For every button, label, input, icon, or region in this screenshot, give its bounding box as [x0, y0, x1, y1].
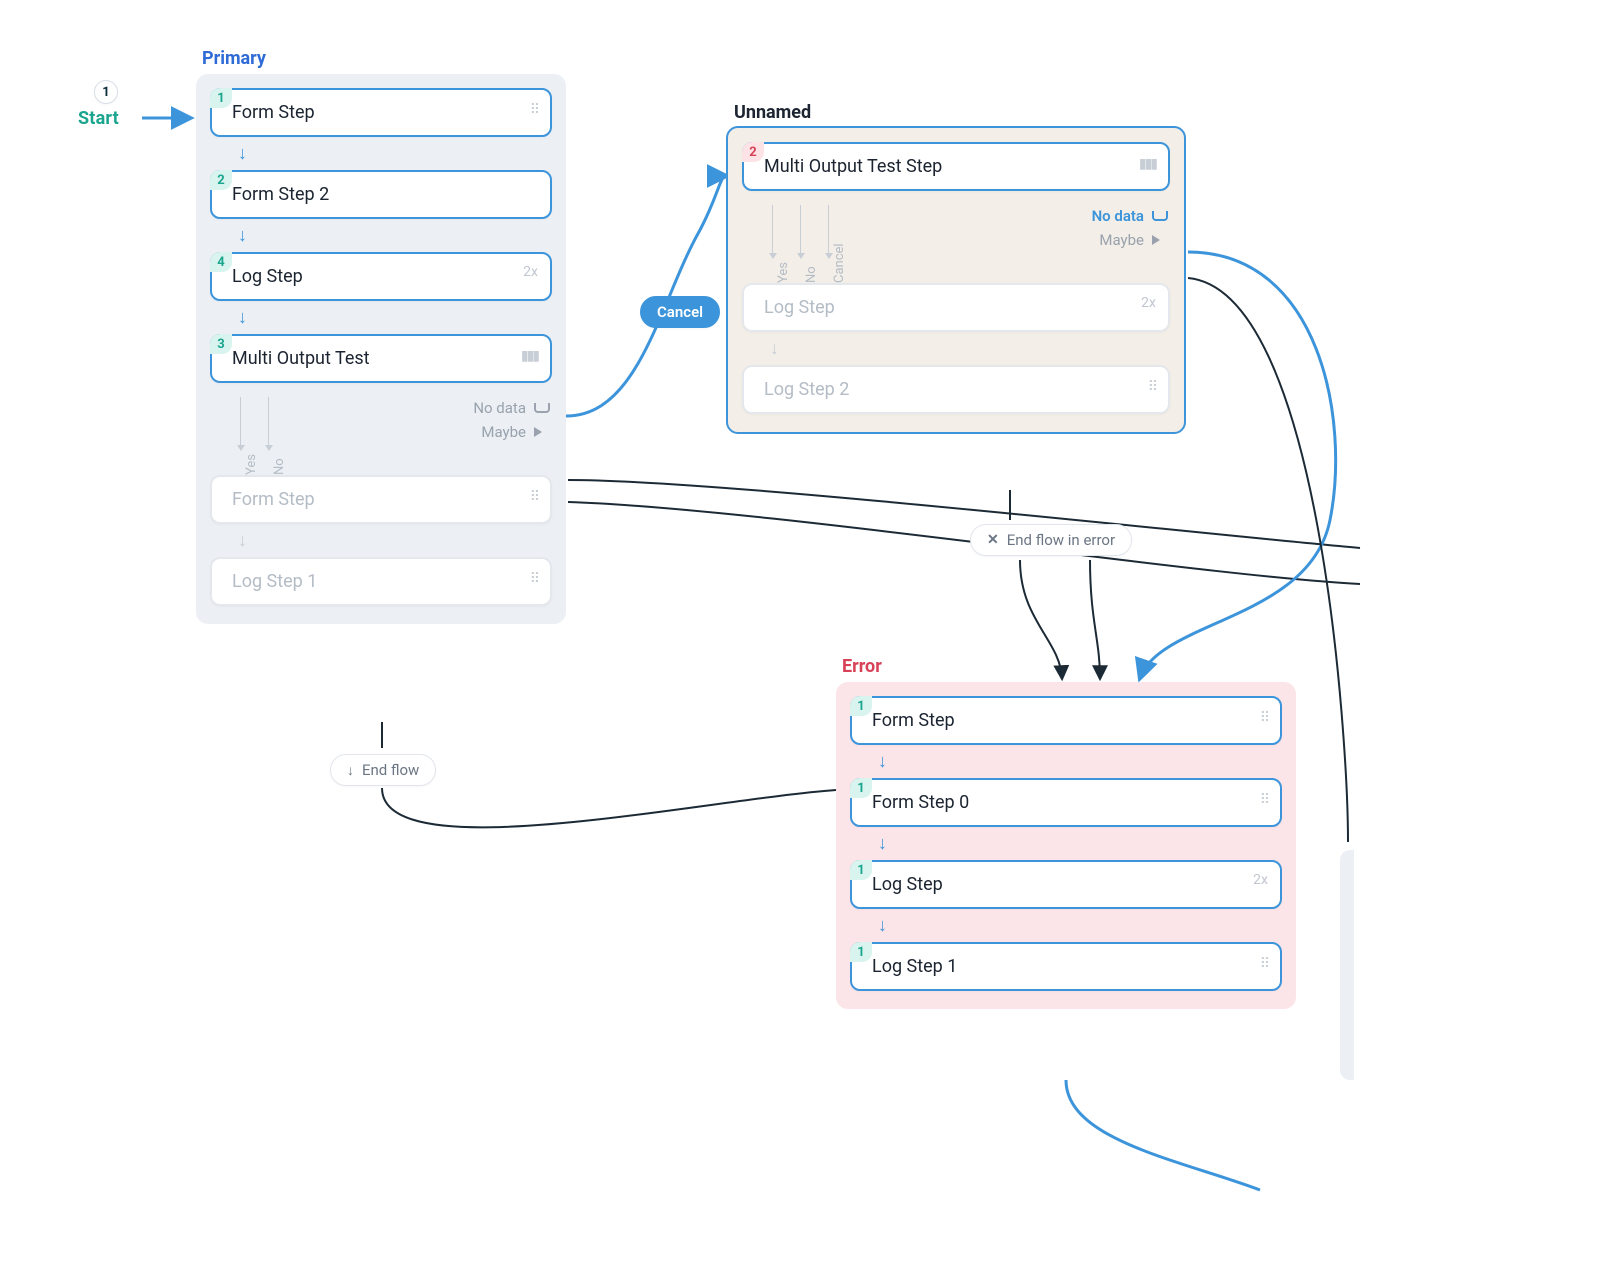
lane-unnamed-title: Unnamed: [734, 102, 811, 123]
arrow-down-icon: ↓: [238, 143, 247, 164]
start-bullet-number: 1: [102, 85, 109, 100]
step-label: Multi Output Test Step: [764, 156, 942, 177]
cup-icon: [534, 401, 552, 415]
step-count: 2x: [1253, 872, 1268, 888]
ports-primary: Yes No No data Maybe: [210, 393, 552, 465]
arrow-down-icon: ↓: [347, 762, 354, 779]
step-multi-output-test-step[interactable]: 2 Multi Output Test Step ▮▮▮: [742, 142, 1170, 191]
lane-primary[interactable]: Primary 1 Form Step ⠿ ↓ 2 Form Step 2 ↓ …: [196, 74, 566, 624]
grip-icon: ⠿: [1260, 956, 1268, 972]
signal-icon: ▮▮▮: [1139, 156, 1156, 172]
step-label: Log Step 1: [872, 956, 957, 977]
step-log-step-1-faded[interactable]: Log Step 1 ⠿: [210, 557, 552, 606]
step-label: Log Step: [764, 297, 835, 318]
step-label: Form Step: [232, 102, 315, 123]
start-bullet: 1: [94, 80, 118, 104]
step-log-step-faded[interactable]: Log Step 2x: [742, 283, 1170, 332]
badge: 1: [850, 860, 872, 880]
arrow-down-icon: ↓: [238, 530, 247, 551]
step-error-form-step-0[interactable]: 1 Form Step 0 ⠿: [850, 778, 1282, 827]
step-multi-output-test[interactable]: 3 Multi Output Test ▮▮▮: [210, 334, 552, 383]
step-label: Multi Output Test: [232, 348, 370, 369]
grip-icon: ⠿: [530, 102, 538, 118]
step-error-log-step-1[interactable]: 1 Log Step 1 ⠿: [850, 942, 1282, 991]
step-label: Form Step: [872, 710, 955, 731]
step-label: Form Step 2: [232, 184, 329, 205]
close-icon: ✕: [987, 532, 999, 548]
badge: 2: [742, 142, 764, 162]
lane-cropped: [1340, 850, 1354, 1080]
triangle-icon: [534, 425, 552, 439]
lane-error[interactable]: Error 1 Form Step ⠿ ↓ 1 Form Step 0 ⠿ ↓ …: [836, 682, 1296, 1009]
step-error-form-step[interactable]: 1 Form Step ⠿: [850, 696, 1282, 745]
badge: 1: [850, 942, 872, 962]
end-flow-pill[interactable]: ↓ End flow: [330, 754, 436, 786]
step-count: 2x: [523, 264, 538, 280]
arrow-down-icon: ↓: [878, 751, 887, 772]
step-log-step[interactable]: 4 Log Step 2x: [210, 252, 552, 301]
step-count: 2x: [1141, 295, 1156, 311]
grip-icon: ⠿: [530, 571, 538, 587]
grip-icon: ⠿: [1260, 792, 1268, 808]
signal-icon: ▮▮▮: [521, 348, 538, 364]
step-label: Log Step 1: [232, 571, 317, 592]
end-flow-error-pill[interactable]: ✕ End flow in error: [970, 524, 1132, 556]
badge: 2: [210, 170, 232, 190]
ports-unnamed: Yes No Cancel No data Maybe: [742, 201, 1170, 273]
lane-unnamed[interactable]: Unnamed 2 Multi Output Test Step ▮▮▮ Yes…: [726, 126, 1186, 434]
triangle-icon: [1152, 233, 1170, 247]
lane-primary-title: Primary: [202, 48, 266, 69]
port-maybe[interactable]: Maybe: [1099, 231, 1170, 249]
grip-icon: ⠿: [1260, 710, 1268, 726]
step-label: Log Step: [232, 266, 303, 287]
grip-icon: ⠿: [1148, 379, 1156, 395]
badge: 1: [850, 696, 872, 716]
arrow-down-icon: ↓: [238, 225, 247, 246]
port-maybe[interactable]: Maybe: [481, 423, 552, 441]
edge-label-cancel[interactable]: Cancel: [640, 296, 720, 328]
step-form-step-faded[interactable]: Form Step ⠿: [210, 475, 552, 524]
step-error-log-step[interactable]: 1 Log Step 2x: [850, 860, 1282, 909]
arrow-down-icon: ↓: [238, 307, 247, 328]
step-label: Form Step: [232, 489, 315, 510]
lane-error-title: Error: [842, 656, 882, 677]
flow-canvas[interactable]: 1 Start Primary 1 Form Step ⠿ ↓ 2 Form S…: [0, 0, 1600, 1284]
step-label: Log Step: [872, 874, 943, 895]
port-no-data[interactable]: No data: [1092, 207, 1170, 225]
step-form-step-2[interactable]: 2 Form Step 2: [210, 170, 552, 219]
badge: 1: [850, 778, 872, 798]
cup-icon: [1152, 209, 1170, 223]
badge: 1: [210, 88, 232, 108]
step-label: Form Step 0: [872, 792, 969, 813]
start-label: Start: [78, 108, 119, 129]
step-label: Log Step 2: [764, 379, 849, 400]
port-no-data[interactable]: No data: [473, 399, 552, 417]
arrow-down-icon: ↓: [878, 833, 887, 854]
step-form-step[interactable]: 1 Form Step ⠿: [210, 88, 552, 137]
step-log-step-2-faded[interactable]: Log Step 2 ⠿: [742, 365, 1170, 414]
arrow-down-icon: ↓: [770, 338, 779, 359]
badge: 4: [210, 252, 232, 272]
grip-icon: ⠿: [530, 489, 538, 505]
badge: 3: [210, 334, 232, 354]
arrow-down-icon: ↓: [878, 915, 887, 936]
